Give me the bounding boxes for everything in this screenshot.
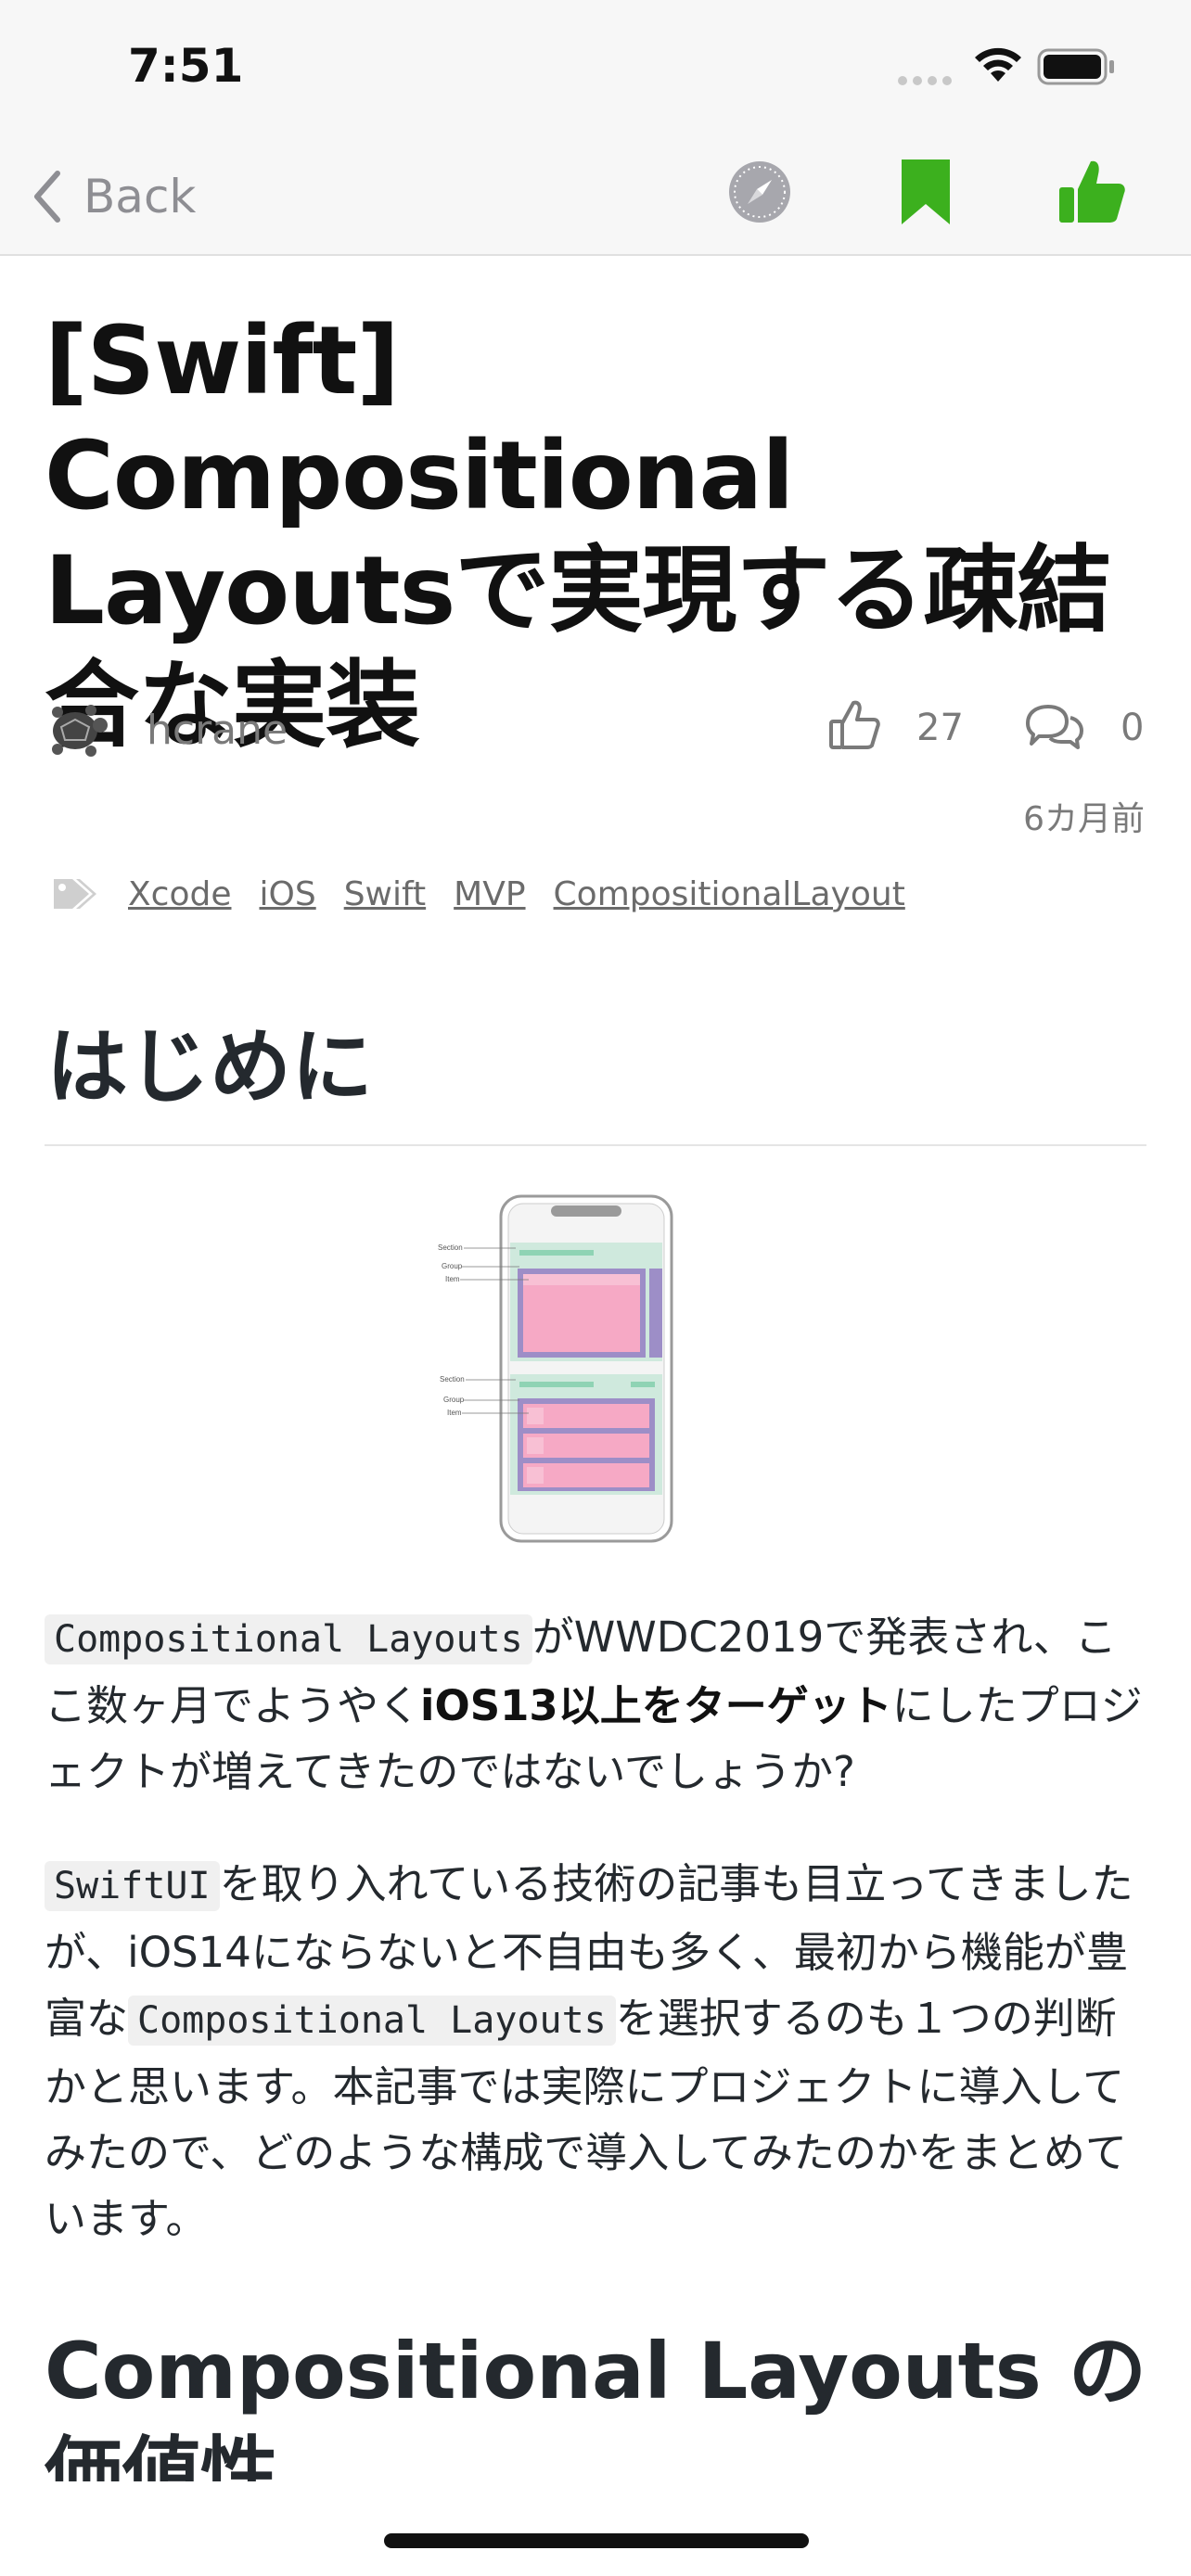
home-indicator[interactable] [384, 2533, 809, 2548]
cellular-signal-icon [898, 76, 952, 85]
thumbs-up-icon[interactable] [1057, 156, 1128, 226]
tag-mvp[interactable]: MVP [454, 875, 525, 913]
figure-label-section-2: Section [440, 1375, 465, 1384]
figure-label-group-2: Group [443, 1396, 465, 1404]
status-bar: 7:51 [0, 0, 1191, 139]
back-label: Back [83, 170, 197, 223]
back-button[interactable]: Back [32, 161, 196, 232]
tag-icon [54, 879, 96, 909]
figure-label-item: Item [445, 1275, 460, 1283]
tag-xcode[interactable]: Xcode [128, 875, 231, 913]
battery-icon [1037, 48, 1114, 85]
inline-code: SwiftUI [45, 1861, 220, 1911]
paragraph-intro-2: SwiftUI を取り入れている技術の記事も目立ってきましたが、iOS14にならな… [45, 1851, 1148, 2251]
author-name[interactable]: hcrane [147, 707, 288, 754]
figure-label-section: Section [438, 1243, 463, 1252]
wifi-icon [975, 47, 1021, 82]
heading-divider [45, 1144, 1146, 1146]
safari-compass-icon[interactable] [727, 159, 792, 224]
navigation-bar: Back [0, 139, 1191, 256]
tag-compositionallayout[interactable]: CompositionalLayout [554, 875, 905, 913]
avatar[interactable] [45, 699, 109, 759]
like-icon[interactable] [827, 697, 881, 751]
figure-label-group: Group [442, 1262, 463, 1270]
inline-code: Compositional Layouts [45, 1614, 532, 1664]
like-count: 27 [916, 707, 964, 749]
tag-swift[interactable]: Swift [344, 875, 426, 913]
tag-ios[interactable]: iOS [259, 875, 315, 913]
comment-count: 0 [1121, 707, 1145, 749]
chevron-left-icon [34, 171, 60, 223]
tag-list: Xcode iOS Swift MVP CompositionalLayout [52, 866, 933, 922]
bold-text: iOS13以上をターゲット [420, 1681, 892, 1730]
section-heading-value: Compositional Layouts の価値性 [45, 2326, 1146, 2481]
publish-date: 6カ月前 [1023, 800, 1145, 838]
article-meta: hcrane 27 0 [45, 690, 1148, 768]
article-content: [Swift] Compositional Layoutsで実現する疎結合な実装… [0, 256, 1191, 2481]
inline-code: Compositional Layouts [128, 1996, 616, 2046]
comments-icon[interactable] [1024, 703, 1085, 751]
paragraph-intro-1: Compositional Layouts がWWDC2019で発表され、ここ数ヶ… [45, 1604, 1148, 1804]
compositional-layout-illustration: Section Group Item Section Group Item [438, 1194, 673, 1543]
status-time: 7:51 [128, 39, 244, 93]
bookmark-icon[interactable] [900, 158, 952, 226]
section-heading-intro: はじめに [46, 1019, 374, 1115]
figure-label-item-2: Item [447, 1409, 462, 1417]
